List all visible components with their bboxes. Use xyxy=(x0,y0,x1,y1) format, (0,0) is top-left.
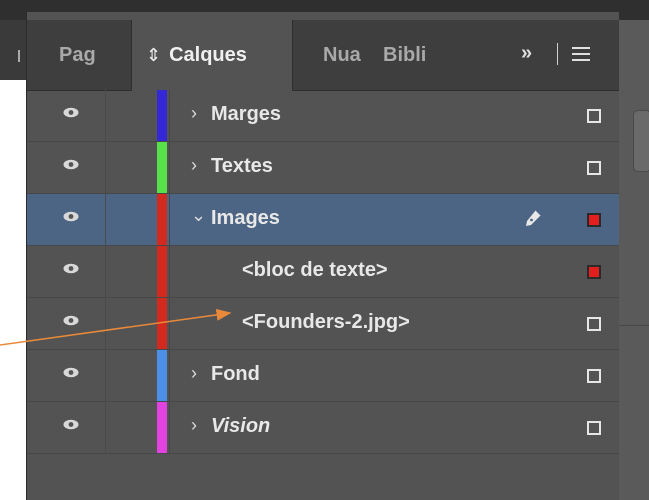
lock-column[interactable] xyxy=(105,194,106,246)
tab-nuancier[interactable]: Nua xyxy=(323,20,365,90)
eye-icon[interactable] xyxy=(63,107,79,118)
tab-bibliotheques-label: Bibli xyxy=(383,44,427,66)
tab-pages-label: Pag xyxy=(59,44,96,66)
tab-calques[interactable]: ⇕ Calques xyxy=(131,20,293,91)
up-down-arrows-icon: ⇕ xyxy=(146,45,162,65)
layer-name: Images xyxy=(211,207,280,229)
selection-indicator-icon[interactable] xyxy=(587,161,601,175)
side-panel-strip xyxy=(618,20,649,500)
chevron-right-icon[interactable]: › xyxy=(191,363,205,384)
eye-icon[interactable] xyxy=(63,367,79,378)
layer-row-vision[interactable]: › Vision xyxy=(27,402,619,454)
layer-color-swatch xyxy=(157,402,167,453)
eye-icon[interactable] xyxy=(63,263,79,274)
selection-indicator-icon[interactable] xyxy=(587,369,601,383)
layer-color-swatch xyxy=(157,90,167,141)
chevron-down-icon[interactable]: ⌄ xyxy=(191,205,206,226)
scrollbar-thumb[interactable] xyxy=(633,110,649,172)
eye-icon[interactable] xyxy=(63,315,79,326)
selection-indicator-icon[interactable] xyxy=(587,265,601,279)
layer-color-swatch xyxy=(157,194,167,245)
layer-color-swatch xyxy=(157,142,167,193)
selection-indicator-icon[interactable] xyxy=(587,317,601,331)
layer-name: Marges xyxy=(211,103,282,125)
object-row-bloc-de-texte[interactable]: <bloc de texte> xyxy=(27,246,619,298)
chevron-right-icon[interactable]: › xyxy=(191,415,205,436)
eye-icon[interactable] xyxy=(63,159,79,170)
lock-column[interactable] xyxy=(105,402,106,454)
divider xyxy=(169,194,170,246)
object-name: <Founders-2.jpg> xyxy=(242,311,410,333)
layer-list: › Marges › Textes ⌄ Images <bloc de text… xyxy=(27,90,619,454)
object-row-founders-2-jpg[interactable]: <Founders-2.jpg> xyxy=(27,298,619,350)
layer-color-swatch xyxy=(157,350,167,401)
tab-divider xyxy=(557,43,558,65)
lock-column[interactable] xyxy=(105,90,106,142)
panel-menu-icon[interactable] xyxy=(572,47,590,61)
pen-icon xyxy=(522,207,544,229)
tab-calques-label: Calques xyxy=(169,44,247,66)
selection-indicator-icon[interactable] xyxy=(587,109,601,123)
eye-icon[interactable] xyxy=(63,419,79,430)
tab-nuancier-label: Nua xyxy=(323,44,361,66)
divider xyxy=(619,325,649,326)
ruler-tick xyxy=(18,50,20,62)
layer-name: Textes xyxy=(211,155,273,177)
divider xyxy=(169,90,170,142)
tab-overflow-icon[interactable]: » xyxy=(521,42,532,65)
layer-row-images[interactable]: ⌄ Images xyxy=(27,194,619,246)
divider xyxy=(169,246,170,298)
layer-name: Vision xyxy=(211,415,271,437)
selection-indicator-icon[interactable] xyxy=(587,213,601,227)
lock-column[interactable] xyxy=(105,142,106,194)
layer-name: Fond xyxy=(211,363,260,385)
divider xyxy=(169,402,170,454)
layer-color-swatch xyxy=(157,298,167,349)
object-name: <bloc de texte> xyxy=(242,259,388,281)
tab-bibliotheques[interactable]: Bibli xyxy=(383,20,433,90)
selection-indicator-icon[interactable] xyxy=(587,421,601,435)
panel-tab-bar: Pag ⇕ Calques Nua Bibli » xyxy=(27,20,619,91)
divider xyxy=(169,350,170,402)
ruler-surface xyxy=(0,20,26,80)
eye-icon[interactable] xyxy=(63,211,79,222)
lock-column[interactable] xyxy=(105,350,106,402)
tab-pages[interactable]: Pag xyxy=(59,20,129,90)
chevron-right-icon[interactable]: › xyxy=(191,103,205,124)
layers-panel: Pag ⇕ Calques Nua Bibli » › Marges › Tex… xyxy=(26,12,619,500)
divider xyxy=(169,142,170,194)
layer-row-textes[interactable]: › Textes xyxy=(27,142,619,194)
chevron-right-icon[interactable]: › xyxy=(191,155,205,176)
lock-column[interactable] xyxy=(105,298,106,350)
lock-column[interactable] xyxy=(105,246,106,298)
layer-row-fond[interactable]: › Fond xyxy=(27,350,619,402)
layer-color-swatch xyxy=(157,246,167,297)
layer-row-marges[interactable]: › Marges xyxy=(27,90,619,142)
ruler-left xyxy=(0,20,26,80)
divider xyxy=(169,298,170,350)
